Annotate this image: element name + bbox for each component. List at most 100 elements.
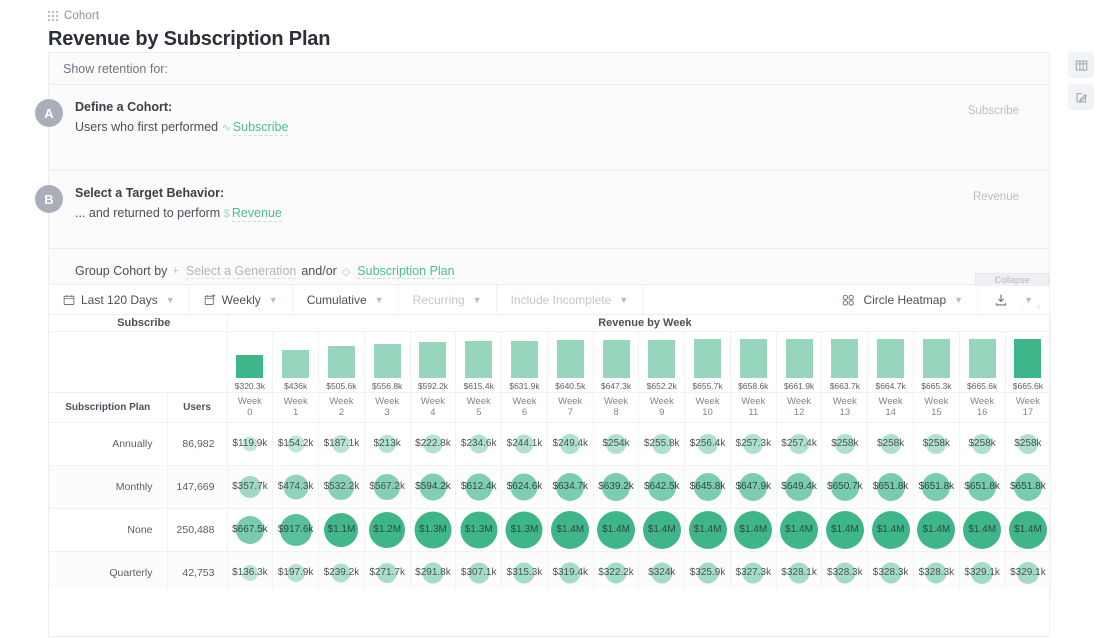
- data-cell[interactable]: $639.2k: [593, 465, 640, 508]
- data-cell[interactable]: $271.7k: [364, 551, 411, 594]
- data-cell[interactable]: $917.6k: [272, 508, 320, 551]
- include-incomplete-selector[interactable]: Include Incomplete ▼: [497, 285, 644, 314]
- data-cell[interactable]: $319.4k: [547, 551, 594, 594]
- data-cell[interactable]: $1.4M: [821, 508, 869, 551]
- data-cell[interactable]: $634.7k: [547, 465, 594, 508]
- chevron-down-icon[interactable]: ▼: [1034, 302, 1045, 313]
- summary-bar-wrap: $658.6k: [731, 332, 776, 392]
- data-cell[interactable]: $239.2k: [318, 551, 365, 594]
- recurring-selector[interactable]: Recurring ▼: [399, 285, 497, 314]
- data-cell[interactable]: $257.3k: [730, 422, 777, 465]
- edit-panel-button[interactable]: [1068, 84, 1094, 110]
- data-cell[interactable]: $119.9k: [227, 422, 274, 465]
- measure-selector[interactable]: Cumulative ▼: [293, 285, 399, 314]
- data-cell[interactable]: $645.8k: [684, 465, 731, 508]
- data-cell[interactable]: $244.1k: [501, 422, 548, 465]
- data-cell[interactable]: $642.5k: [638, 465, 686, 508]
- data-cell[interactable]: $197.9k: [272, 551, 320, 594]
- columns-panel-button[interactable]: [1068, 52, 1094, 78]
- data-cell[interactable]: $329.1k: [959, 551, 1006, 594]
- data-cell[interactable]: $651.8k: [1005, 465, 1052, 508]
- interval-selector[interactable]: Weekly ▼: [190, 285, 293, 314]
- data-cell[interactable]: $1.4M: [959, 508, 1006, 551]
- data-cell[interactable]: $327.3k: [730, 551, 777, 594]
- data-cell-value: $258k: [968, 437, 996, 449]
- data-cell[interactable]: $136.3k: [227, 551, 274, 594]
- data-cell[interactable]: $567.2k: [364, 465, 411, 508]
- date-range-selector[interactable]: Last 120 Days ▼: [49, 285, 190, 314]
- table-row: Monthly 147,669 $357.7k $474.3k $532.2k $567.…: [49, 465, 1052, 508]
- data-cell[interactable]: $328.3k: [913, 551, 960, 594]
- data-cell-value: $532.2k: [323, 480, 360, 492]
- data-cell[interactable]: $532.2k: [318, 465, 365, 508]
- step-b-title: Select a Target Behavior:: [75, 186, 225, 200]
- data-cell-value: $307.1k: [460, 566, 497, 578]
- data-cell[interactable]: $329.1k: [1005, 551, 1052, 594]
- target-event-link[interactable]: Revenue: [231, 206, 282, 222]
- data-cell[interactable]: $1.4M: [547, 508, 594, 551]
- data-cell[interactable]: $328.3k: [867, 551, 914, 594]
- data-cell[interactable]: $328.3k: [821, 551, 869, 594]
- data-cell[interactable]: $256.4k: [684, 422, 731, 465]
- summary-bar: [694, 338, 722, 378]
- table-mini-tools[interactable]: ○ ▼: [1019, 302, 1045, 313]
- visualization-selector[interactable]: Circle Heatmap ▼: [828, 285, 977, 314]
- data-cell[interactable]: $258k: [913, 422, 960, 465]
- data-cell[interactable]: $291.8k: [410, 551, 457, 594]
- data-cell[interactable]: $322.2k: [593, 551, 640, 594]
- data-cell[interactable]: $1.4M: [913, 508, 960, 551]
- data-cell[interactable]: $154.2k: [272, 422, 320, 465]
- data-cell[interactable]: $594.2k: [410, 465, 457, 508]
- data-cell[interactable]: $667.5k: [227, 508, 274, 551]
- data-cell[interactable]: $213k: [364, 422, 411, 465]
- data-cell[interactable]: $325.9k: [684, 551, 731, 594]
- data-cell[interactable]: $1.4M: [593, 508, 640, 551]
- data-cell[interactable]: $650.7k: [821, 465, 869, 508]
- data-cell[interactable]: $651.8k: [867, 465, 914, 508]
- cohort-event-link[interactable]: Subscribe: [232, 120, 289, 136]
- zoom-icon[interactable]: ○: [1019, 302, 1030, 313]
- data-cell[interactable]: $249.4k: [547, 422, 594, 465]
- data-cell[interactable]: $315.3k: [501, 551, 548, 594]
- data-cell[interactable]: $255.8k: [638, 422, 686, 465]
- plan-header-cell: Subscription Plan: [49, 392, 168, 422]
- collapse-button[interactable]: Collapse: [975, 273, 1049, 286]
- data-cell[interactable]: $257.4k: [776, 422, 823, 465]
- data-cell[interactable]: $254k: [593, 422, 640, 465]
- data-cell[interactable]: $1.4M: [776, 508, 823, 551]
- group-property-link[interactable]: Subscription Plan: [357, 264, 455, 279]
- data-cell[interactable]: $649.4k: [776, 465, 823, 508]
- data-cell[interactable]: $222.8k: [410, 422, 457, 465]
- data-cell[interactable]: $647.9k: [730, 465, 777, 508]
- data-cell[interactable]: $1.3M: [455, 508, 503, 551]
- data-cell[interactable]: $474.3k: [272, 465, 320, 508]
- data-cell[interactable]: $357.7k: [227, 465, 274, 508]
- data-cell[interactable]: $258k: [867, 422, 914, 465]
- select-generation-link[interactable]: Select a Generation: [185, 264, 297, 279]
- data-cell[interactable]: $624.6k: [501, 465, 548, 508]
- data-cell[interactable]: $1.2M: [364, 508, 411, 551]
- data-cell[interactable]: $328.1k: [776, 551, 823, 594]
- data-cell[interactable]: $1.3M: [501, 508, 548, 551]
- data-cell[interactable]: $1.3M: [410, 508, 457, 551]
- data-cell[interactable]: $651.8k: [959, 465, 1006, 508]
- data-cell[interactable]: $307.1k: [455, 551, 503, 594]
- table-header-row: Subscription Plan Users Week 0 Week 1 Week 2 Wee…: [49, 392, 1052, 422]
- summary-bar-cell: $615.4k: [455, 331, 503, 392]
- breadcrumb[interactable]: Cohort: [48, 8, 330, 24]
- data-cell[interactable]: $612.4k: [455, 465, 503, 508]
- data-cell[interactable]: $324k: [638, 551, 686, 594]
- data-cell[interactable]: $1.4M: [1005, 508, 1052, 551]
- data-cell[interactable]: $258k: [959, 422, 1006, 465]
- data-cell[interactable]: $651.8k: [913, 465, 960, 508]
- data-cell[interactable]: $258k: [1005, 422, 1052, 465]
- data-cell[interactable]: $1.4M: [867, 508, 914, 551]
- data-cell[interactable]: $187.1k: [318, 422, 365, 465]
- data-cell[interactable]: $1.4M: [684, 508, 731, 551]
- data-cell[interactable]: $258k: [821, 422, 869, 465]
- data-cell[interactable]: $234.6k: [455, 422, 503, 465]
- week-header-cell: Week 9: [638, 392, 686, 422]
- data-cell[interactable]: $1.4M: [638, 508, 686, 551]
- data-cell[interactable]: $1.1M: [318, 508, 365, 551]
- data-cell[interactable]: $1.4M: [730, 508, 777, 551]
